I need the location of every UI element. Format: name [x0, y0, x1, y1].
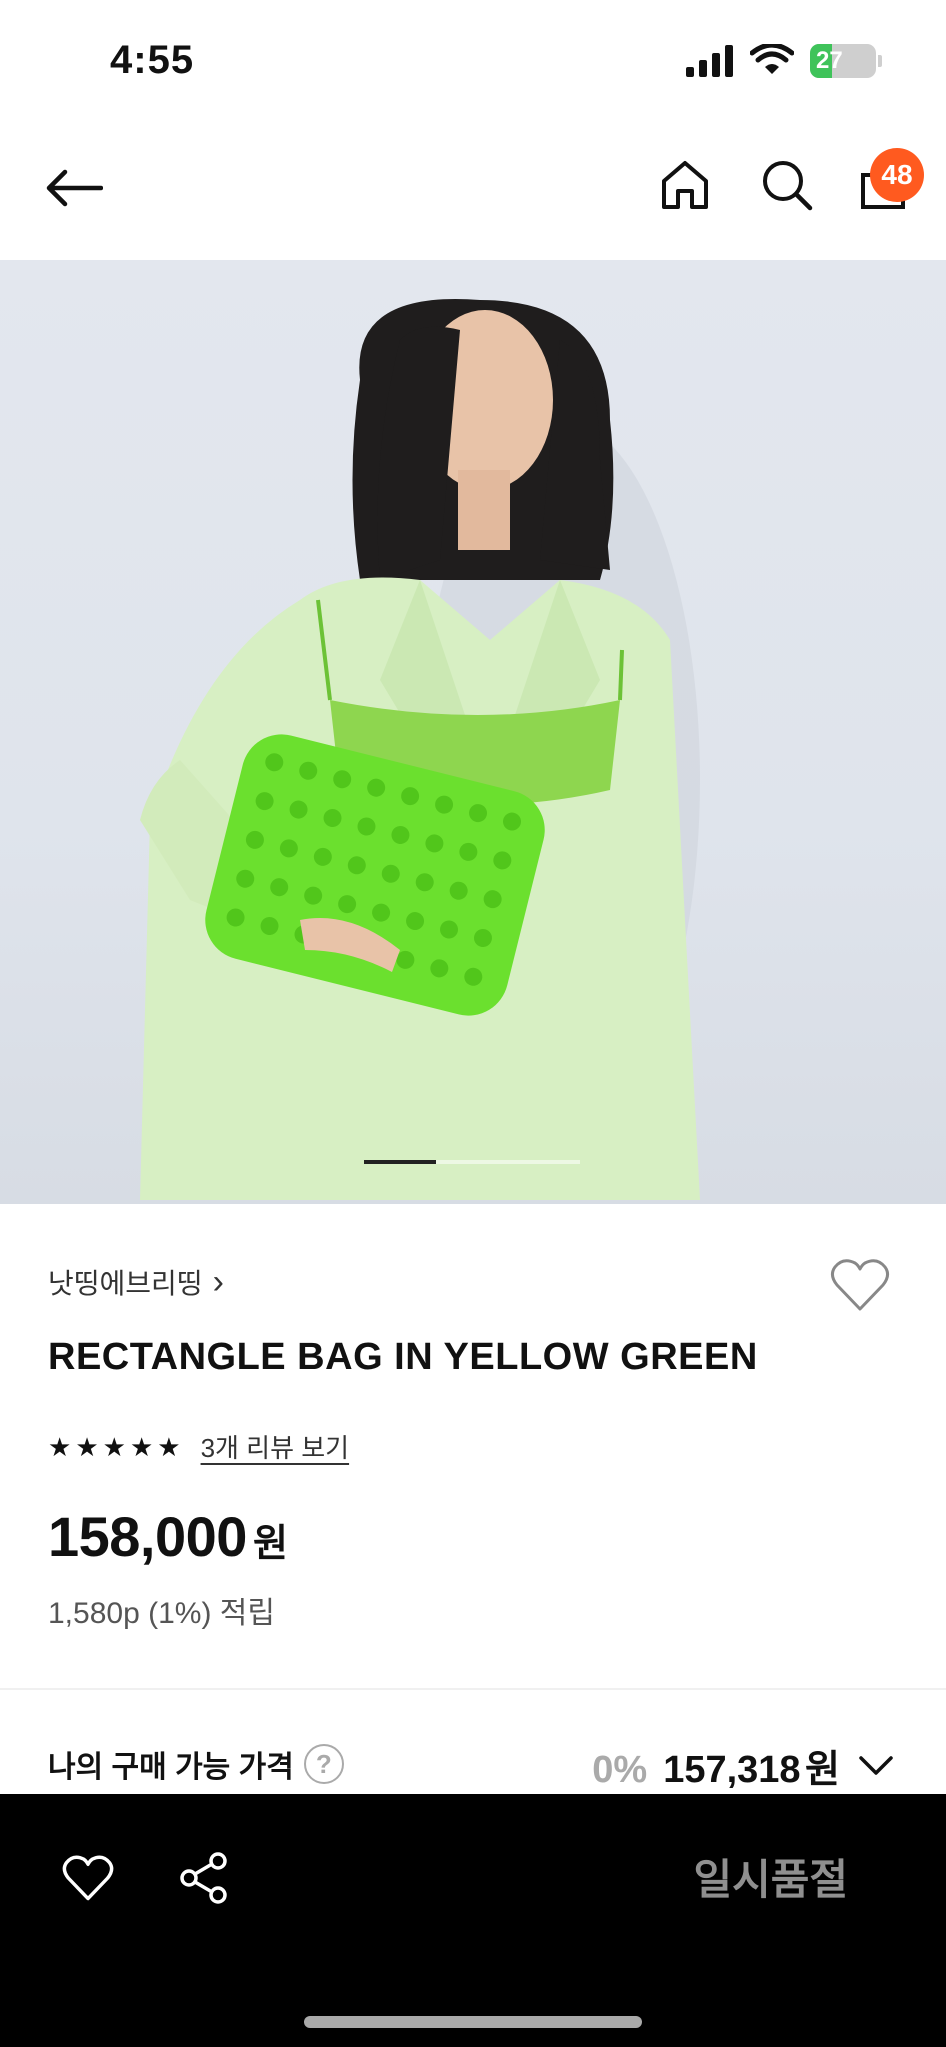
home-icon — [662, 161, 708, 209]
product-title: RECTANGLE BAG IN YELLOW GREEN — [48, 1336, 758, 1378]
price-row: 158,000 원 — [48, 1504, 288, 1569]
wishlist-button[interactable] — [826, 1254, 894, 1316]
brand-link[interactable]: 낫띵에브리띵 › — [48, 1262, 224, 1302]
home-button[interactable] — [650, 150, 720, 220]
carousel-indicator-active — [364, 1160, 436, 1164]
rating-row: ★ ★ ★ ★ ★ 3개 리뷰 보기 — [48, 1428, 349, 1465]
product-photo — [140, 299, 700, 1200]
price-unit: 원 — [252, 1523, 288, 1565]
product-image[interactable] — [0, 260, 946, 1204]
brand-name: 낫띵에브리띵 — [48, 1268, 203, 1299]
star-icon: ★ — [48, 1431, 72, 1462]
status-icons: 27 — [686, 44, 882, 78]
home-indicator — [304, 2016, 642, 2028]
top-nav: 48 — [0, 120, 946, 260]
battery-level: 27 — [816, 47, 843, 74]
cart-count-badge: 48 — [870, 148, 924, 202]
my-price-value-group: 0% 157,318 원 — [592, 1738, 896, 1793]
share-icon — [180, 1852, 227, 1904]
my-price-unit: 원 — [805, 1749, 840, 1791]
star-icon: ★ — [157, 1431, 181, 1462]
status-bar: 4:55 27 — [0, 0, 946, 120]
points-text: 1,580p (1%) 적립 — [48, 1597, 275, 1630]
my-price-row[interactable]: 나의 구매 가능 가격 ? 0% 157,318 원 — [0, 1738, 946, 1798]
star-icon: ★ — [102, 1431, 126, 1462]
search-button[interactable] — [752, 150, 822, 220]
star-icon: ★ — [129, 1431, 154, 1462]
status-time: 4:55 — [110, 38, 195, 82]
nav-actions: 48 — [0, 148, 946, 230]
heart-outline-icon — [62, 1855, 114, 1901]
signal-icon — [686, 45, 733, 77]
my-price-label: 나의 구매 가능 가격 — [48, 1751, 294, 1784]
divider — [0, 1688, 946, 1690]
help-icon[interactable]: ? — [303, 1744, 344, 1784]
wifi-icon — [750, 44, 794, 74]
discount-rate: 0% — [592, 1749, 648, 1791]
bottom-action-bar: 일시품절 — [0, 1794, 946, 2047]
review-link[interactable]: 3개 리뷰 보기 — [201, 1428, 350, 1465]
my-price-amount-group: 157,318 원 — [663, 1738, 840, 1793]
my-price-label-group: 나의 구매 가능 가격 ? — [48, 1742, 344, 1786]
carousel-indicator — [364, 1160, 580, 1164]
chevron-right-icon: › — [212, 1262, 224, 1301]
product-price: 158,000 — [48, 1505, 247, 1568]
share-button[interactable] — [174, 1848, 234, 1908]
battery-icon: 27 — [810, 44, 876, 78]
bottom-wishlist-button[interactable] — [58, 1848, 118, 1908]
search-icon — [763, 161, 813, 211]
star-icon: ★ — [75, 1431, 99, 1462]
soldout-button[interactable]: 일시품절 — [693, 1846, 848, 1907]
my-price-amount: 157,318 — [663, 1749, 801, 1791]
heart-outline-icon — [830, 1259, 890, 1311]
chevron-down-icon[interactable] — [856, 1746, 896, 1786]
